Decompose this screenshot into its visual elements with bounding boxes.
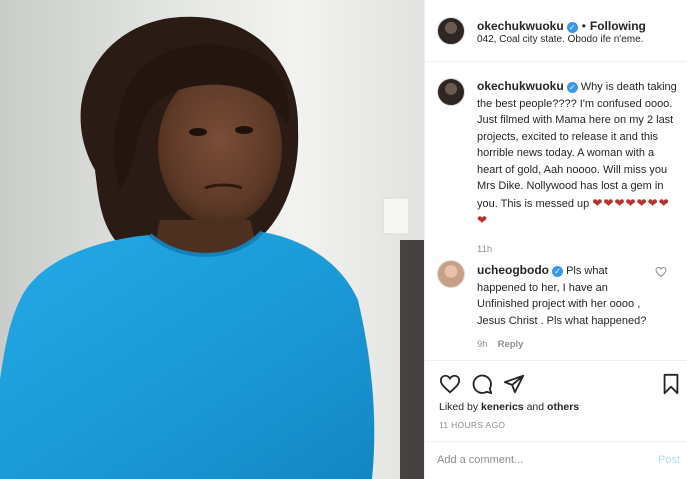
comment-icon[interactable] <box>471 373 493 395</box>
post-location[interactable]: 042, Coal city state. Obodo ife n'eme. <box>477 34 643 45</box>
liked-by-prefix: Liked by <box>439 401 479 413</box>
liked-by-join: and <box>526 401 545 413</box>
likes-summary: Liked by kenerics and others <box>439 401 579 413</box>
woman-portrait-image <box>0 16 424 479</box>
caption-block: okechukwuoku ✓ Why is death taking the be… <box>477 78 677 255</box>
caption-username[interactable]: okechukwuoku <box>477 79 564 93</box>
post-photo[interactable] <box>0 0 424 479</box>
verified-icon: ✓ <box>552 266 563 277</box>
caption-timestamp[interactable]: 11h <box>477 244 677 255</box>
add-comment-bar: Post <box>425 441 687 479</box>
verified-icon: ✓ <box>566 22 578 33</box>
share-icon[interactable] <box>503 373 525 395</box>
separator-dot: • <box>581 19 586 33</box>
heart-icon[interactable] <box>439 373 461 395</box>
bookmark-icon[interactable] <box>661 373 681 395</box>
post-details-panel: okechukwuoku ✓ • Following 042, Coal city s… <box>424 0 687 479</box>
add-comment-input[interactable] <box>437 450 637 470</box>
comment-username[interactable]: ucheogbodo <box>477 263 549 277</box>
comment-timestamp[interactable]: 9h <box>477 339 488 350</box>
liked-by-others[interactable]: others <box>547 401 579 413</box>
author-username[interactable]: okechukwuoku <box>477 19 564 33</box>
caption-text: Why is death taking the best people???? … <box>477 81 677 210</box>
post-comment-button[interactable]: Post <box>658 454 680 466</box>
post-time-ago[interactable]: 11 HOURS AGO <box>439 420 505 430</box>
comment-avatar[interactable] <box>437 260 465 288</box>
verified-icon: ✓ <box>566 82 578 93</box>
caption-author-avatar[interactable] <box>437 78 465 106</box>
post-header: okechukwuoku ✓ • Following 042, Coal city s… <box>425 0 687 62</box>
comment-item: ucheogbodo ✓ Pls what happened to her, I … <box>477 262 657 350</box>
author-avatar[interactable] <box>437 17 465 45</box>
following-button[interactable]: Following <box>590 19 646 33</box>
reply-button[interactable]: Reply <box>498 339 524 350</box>
liked-by-user[interactable]: kenerics <box>481 401 524 413</box>
small-heart-icon[interactable] <box>655 266 667 278</box>
